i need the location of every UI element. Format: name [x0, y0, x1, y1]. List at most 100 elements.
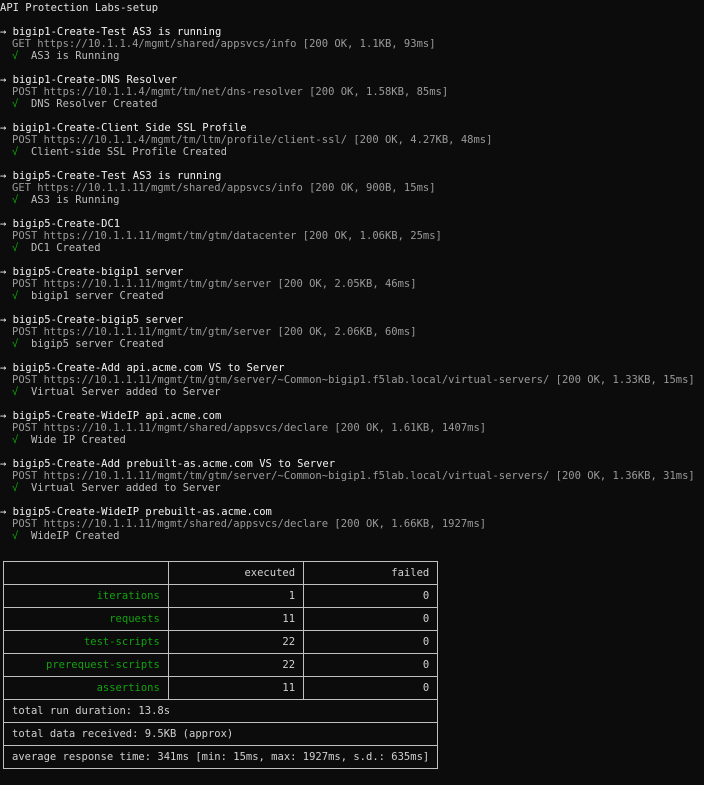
arrow-icon: →: [0, 314, 7, 326]
assertion-text: Wide IP Created: [30, 434, 126, 446]
request-name: bigip5-Create-WideIP prebuilt-as.acme.co…: [12, 506, 272, 518]
request-url: POST https://10.1.1.11/mgmt/tm/gtm/serve…: [12, 278, 417, 290]
request-name-line: → bigip5-Create-DC1: [0, 218, 704, 230]
assertion-text: Virtual Server added to Server: [30, 482, 221, 494]
summary-row-failed: 0: [303, 607, 439, 631]
check-icon: √: [12, 98, 19, 110]
request-name: bigip1-Create-Test AS3 is running: [12, 26, 222, 38]
assertion-line: √ Client-side SSL Profile Created: [0, 146, 704, 158]
check-icon: √: [12, 530, 19, 542]
assertion-line: √ WideIP Created: [0, 530, 704, 542]
assertion-line: √ AS3 is Running: [0, 194, 704, 206]
check-icon: √: [12, 50, 19, 62]
summary-row-failed: 0: [303, 653, 439, 677]
request-url: POST https://10.1.1.11/mgmt/tm/gtm/serve…: [12, 326, 417, 338]
summary-header-row: executed failed: [3, 561, 439, 585]
assertion-text: AS3 is Running: [30, 194, 120, 206]
request-url: POST https://10.1.1.11/mgmt/shared/appsv…: [12, 422, 487, 434]
request-name: bigip5-Create-Test AS3 is running: [12, 170, 222, 182]
terminal-output: API Protection Labs-setup → bigip1-Creat…: [0, 2, 704, 542]
request-name: bigip5-Create-Add api.acme.com VS to Ser…: [12, 362, 285, 374]
summary-row-failed: 0: [303, 676, 439, 700]
summary-row-executed: 1: [167, 584, 305, 608]
request-name: bigip5-Create-bigip1 server: [12, 266, 184, 278]
summary-header-failed: failed: [303, 561, 439, 585]
arrow-icon: →: [0, 74, 7, 86]
request-name-line: → bigip5-Create-bigip5 server: [0, 314, 704, 326]
summary-stat-row: total data received: 9.5KB (approx): [2, 722, 439, 746]
request-name-line: → bigip1-Create-Test AS3 is running: [0, 26, 704, 38]
request-block: → bigip5-Create-Add api.acme.com VS to S…: [0, 362, 704, 398]
request-name: bigip1-Create-DNS Resolver: [12, 74, 178, 86]
request-url: GET https://10.1.1.11/mgmt/shared/appsvc…: [12, 182, 436, 194]
summary-response-time: average response time: 341ms [min: 15ms,…: [2, 745, 439, 769]
request-name-line: → bigip5-Create-WideIP prebuilt-as.acme.…: [0, 506, 704, 518]
check-icon: √: [12, 194, 19, 206]
assertion-text: Client-side SSL Profile Created: [30, 146, 227, 158]
arrow-icon: →: [0, 170, 7, 182]
assertion-line: √ bigip5 server Created: [0, 338, 704, 350]
request-name: bigip5-Create-bigip5 server: [12, 314, 184, 326]
request-block: → bigip5-Create-Add prebuilt-as.acme.com…: [0, 458, 704, 494]
request-url: GET https://10.1.1.4/mgmt/shared/appsvcs…: [12, 38, 436, 50]
run-summary-table: executed failed iterations 1 0 requests 11 0 t…: [2, 561, 439, 769]
request-name-line: → bigip1-Create-Client Side SSL Profile: [0, 122, 704, 134]
arrow-icon: →: [0, 122, 7, 134]
assertion-line: √ AS3 is Running: [0, 50, 704, 62]
request-url: POST https://10.1.1.11/mgmt/tm/gtm/serve…: [12, 374, 695, 386]
arrow-icon: →: [0, 458, 7, 470]
summary-row-label: requests: [3, 607, 169, 631]
summary-stat-row: total run duration: 13.8s: [2, 699, 439, 723]
request-block: → bigip5-Create-Test AS3 is running GET h…: [0, 170, 704, 206]
assertion-line: √ DNS Resolver Created: [0, 98, 704, 110]
summary-row: test-scripts 22 0: [3, 630, 439, 654]
arrow-icon: →: [0, 410, 7, 422]
request-name: bigip1-Create-Client Side SSL Profile: [12, 122, 247, 134]
summary-row: prerequest-scripts 22 0: [3, 653, 439, 677]
check-icon: √: [12, 146, 19, 158]
summary-row-label: prerequest-scripts: [3, 653, 169, 677]
request-name-line: → bigip5-Create-Test AS3 is running: [0, 170, 704, 182]
assertion-line: √ Virtual Server added to Server: [0, 482, 704, 494]
summary-header-executed: executed: [167, 561, 305, 585]
request-block: → bigip5-Create-WideIP api.acme.com POST …: [0, 410, 704, 446]
check-icon: √: [12, 482, 19, 494]
request-name-line: → bigip5-Create-WideIP api.acme.com: [0, 410, 704, 422]
check-icon: √: [12, 290, 19, 302]
arrow-icon: →: [0, 26, 7, 38]
request-name-line: → bigip5-Create-bigip1 server: [0, 266, 704, 278]
assertion-line: √ bigip1 server Created: [0, 290, 704, 302]
assertion-line: √ Virtual Server added to Server: [0, 386, 704, 398]
assertion-text: bigip5 server Created: [30, 338, 164, 350]
assertion-text: DNS Resolver Created: [30, 98, 158, 110]
check-icon: √: [12, 386, 19, 398]
request-url: POST https://10.1.1.11/mgmt/shared/appsv…: [12, 518, 487, 530]
request-block: → bigip5-Create-bigip5 server POST https:…: [0, 314, 704, 350]
request-name-line: → bigip1-Create-DNS Resolver: [0, 74, 704, 86]
summary-header-blank: [3, 561, 169, 585]
request-block: → bigip1-Create-Test AS3 is running GET h…: [0, 26, 704, 62]
summary-row-failed: 0: [303, 630, 439, 654]
summary-row-label: assertions: [3, 676, 169, 700]
summary-row: requests 11 0: [3, 607, 439, 631]
summary-row-label: test-scripts: [3, 630, 169, 654]
summary-row: iterations 1 0: [3, 584, 439, 608]
summary-duration: total run duration: 13.8s: [2, 699, 439, 723]
request-url: POST https://10.1.1.4/mgmt/tm/ltm/profil…: [12, 134, 493, 146]
request-name: bigip5-Create-Add prebuilt-as.acme.com V…: [12, 458, 336, 470]
check-icon: √: [12, 434, 19, 446]
request-block: → bigip5-Create-DC1 POST https://10.1.1.1…: [0, 218, 704, 254]
summary-stat-row: average response time: 341ms [min: 15ms,…: [2, 745, 439, 769]
arrow-icon: →: [0, 266, 7, 278]
request-url: POST https://10.1.1.11/mgmt/tm/gtm/serve…: [12, 470, 695, 482]
request-url: POST https://10.1.1.4/mgmt/tm/net/dns-re…: [12, 86, 449, 98]
collection-title: API Protection Labs-setup: [0, 2, 159, 14]
request-name: bigip5-Create-WideIP api.acme.com: [12, 410, 222, 422]
request-block: → bigip5-Create-WideIP prebuilt-as.acme.…: [0, 506, 704, 542]
arrow-icon: →: [0, 218, 7, 230]
summary-row-executed: 11: [167, 607, 305, 631]
request-name-line: → bigip5-Create-Add prebuilt-as.acme.com…: [0, 458, 704, 470]
request-name: bigip5-Create-DC1: [12, 218, 121, 230]
summary-row-executed: 22: [167, 653, 305, 677]
assertion-text: Virtual Server added to Server: [30, 386, 221, 398]
